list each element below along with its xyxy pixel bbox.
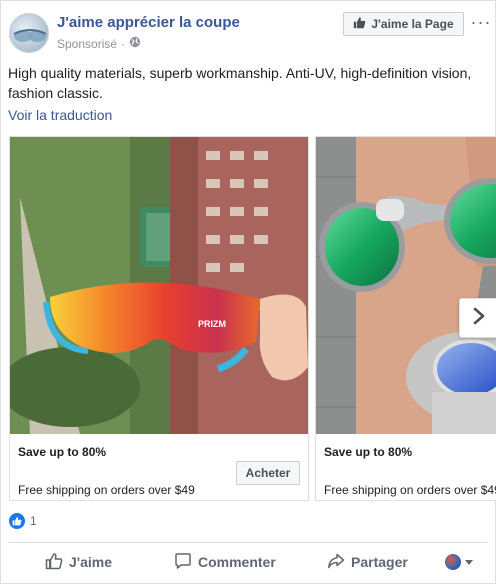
carousel-next-button[interactable] [459, 298, 496, 338]
product-image-green-sunglasses[interactable] [316, 137, 496, 434]
see-translation-link[interactable]: Voir la traduction [8, 107, 112, 123]
card-description: Free shipping on orders over $49 [18, 483, 195, 497]
globe-icon [129, 36, 141, 51]
more-options-button[interactable]: ··· [470, 12, 492, 32]
sponsored-label[interactable]: Sponsorisé [57, 37, 117, 51]
reaction-as-selector[interactable] [445, 553, 473, 571]
like-label: J'aime [69, 554, 113, 570]
thumbs-up-outline-icon [45, 552, 63, 573]
meta-separator: · [121, 36, 126, 51]
share-button[interactable]: Partager [327, 544, 408, 580]
comment-button[interactable]: Commenter [174, 544, 276, 580]
sponsored-post: J'aime apprécier la coupe Sponsorisé · J… [0, 0, 496, 584]
chevron-right-icon [473, 307, 485, 330]
actions-divider [9, 542, 487, 543]
carousel-card[interactable]: PRIZM Save up to 80% Acheter Free shippi… [9, 136, 309, 501]
caret-down-icon [465, 553, 473, 571]
profile-avatar-icon [445, 554, 461, 570]
reaction-summary[interactable]: 1 [9, 513, 37, 529]
card-description: Free shipping on orders over $49 [324, 483, 496, 497]
product-image-orange-sunglasses[interactable]: PRIZM [10, 137, 308, 434]
lens-logo-text: PRIZM [198, 319, 226, 329]
page-avatar[interactable] [9, 13, 49, 53]
share-icon [327, 552, 345, 573]
card-headline: Save up to 80% [18, 445, 107, 459]
post-meta: Sponsorisé · [57, 36, 141, 51]
card-headline: Save up to 80% [324, 445, 413, 459]
like-button[interactable]: J'aime [45, 544, 112, 580]
comment-icon [174, 552, 192, 573]
thumbs-up-icon [353, 16, 366, 32]
reaction-count: 1 [30, 514, 37, 528]
share-label: Partager [351, 554, 408, 570]
post-text: High quality materials, superb workmansh… [8, 65, 472, 101]
comment-label: Commenter [198, 554, 276, 570]
like-page-label: J'aime la Page [371, 17, 454, 31]
like-page-button[interactable]: J'aime la Page [343, 12, 464, 36]
shop-now-button[interactable]: Acheter [236, 461, 300, 485]
like-reaction-icon [9, 513, 25, 529]
page-name-link[interactable]: J'aime apprécier la coupe [57, 14, 240, 31]
post-action-bar: J'aime Commenter Partager [1, 544, 496, 582]
ad-carousel: PRIZM Save up to 80% Acheter Free shippi… [1, 136, 496, 502]
